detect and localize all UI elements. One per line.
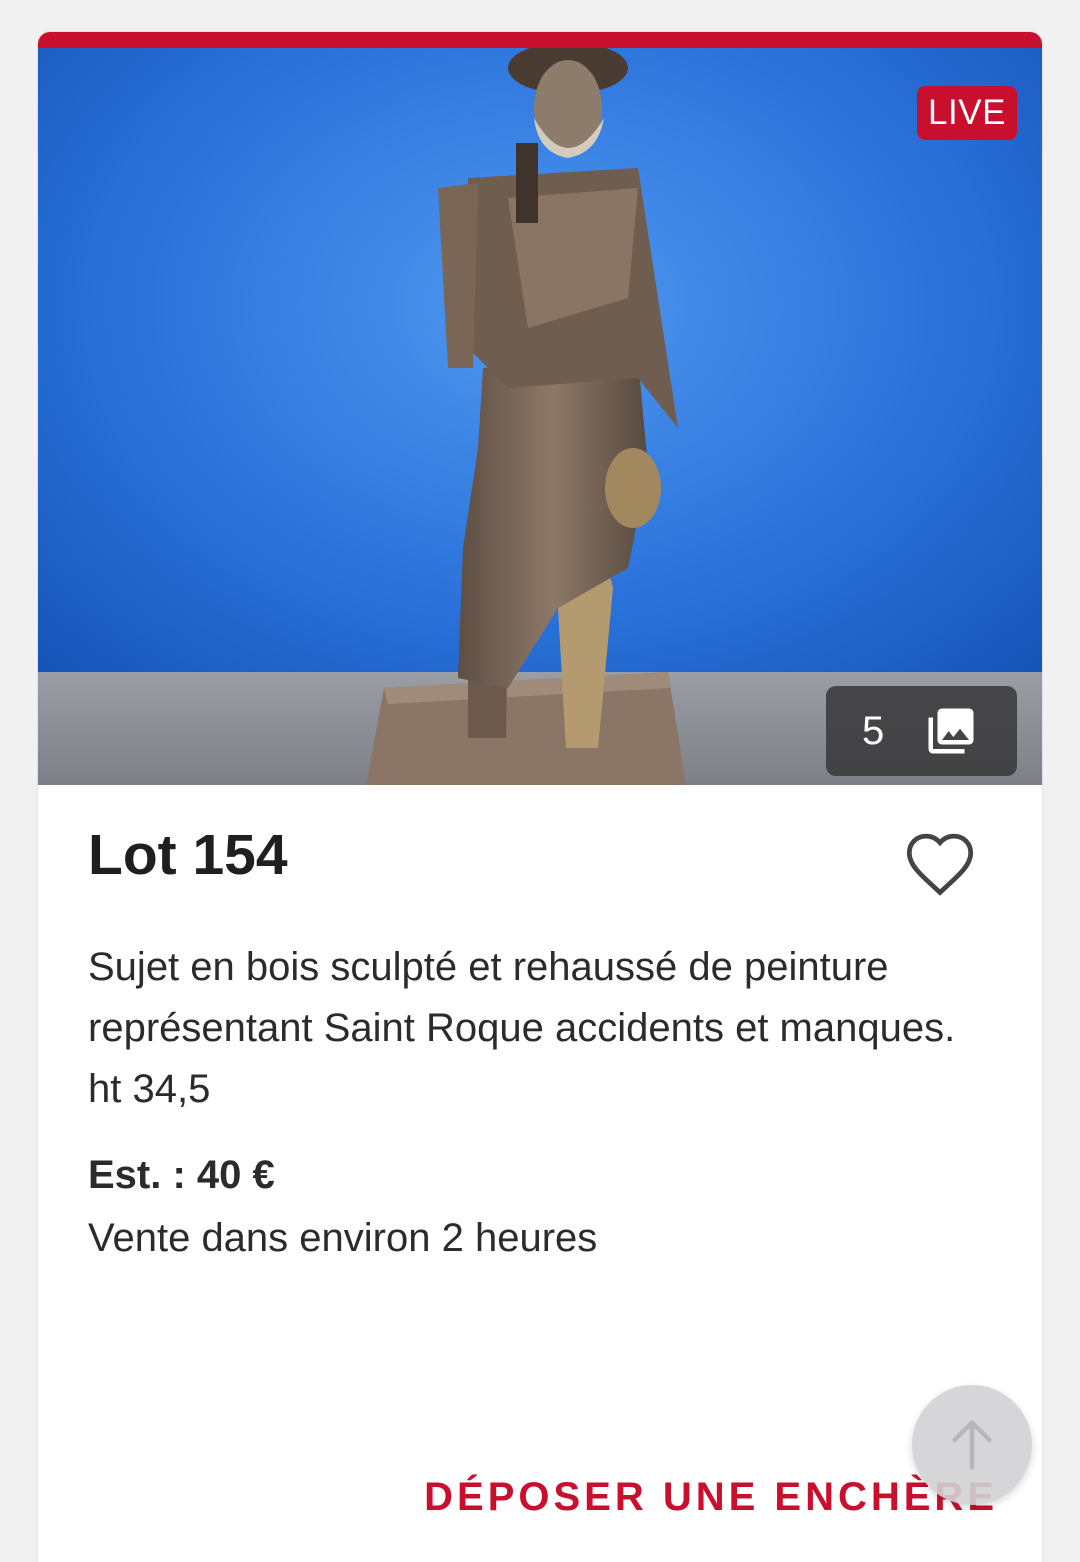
- lot-description: Sujet en bois sculpté et rehaussé de pei…: [88, 945, 956, 1111]
- arrow-up-icon: [952, 1420, 992, 1470]
- lot-photo[interactable]: LIVE 5: [38, 48, 1042, 785]
- lot-title: Lot 154: [88, 823, 288, 887]
- lot-estimate: Est. : 40 €: [88, 1153, 275, 1197]
- heart-outline-icon: [906, 833, 974, 896]
- card-accent-bar: [38, 32, 1042, 48]
- place-bid-button[interactable]: DÉPOSER UNE ENCHÈRE: [418, 1462, 998, 1532]
- favorite-button[interactable]: [902, 828, 978, 898]
- scroll-to-top-button[interactable]: [912, 1385, 1032, 1505]
- photo-count: 5: [862, 709, 885, 753]
- photo-gallery-button[interactable]: 5: [826, 686, 1017, 776]
- live-badge: LIVE: [917, 86, 1017, 140]
- statue-image: [38, 48, 1042, 785]
- photo-library-icon: [924, 704, 978, 758]
- sale-time: Vente dans environ 2 heures: [88, 1216, 598, 1260]
- lot-card: LIVE 5 Lot 154 Sujet en bois sculpté et …: [38, 32, 1042, 1562]
